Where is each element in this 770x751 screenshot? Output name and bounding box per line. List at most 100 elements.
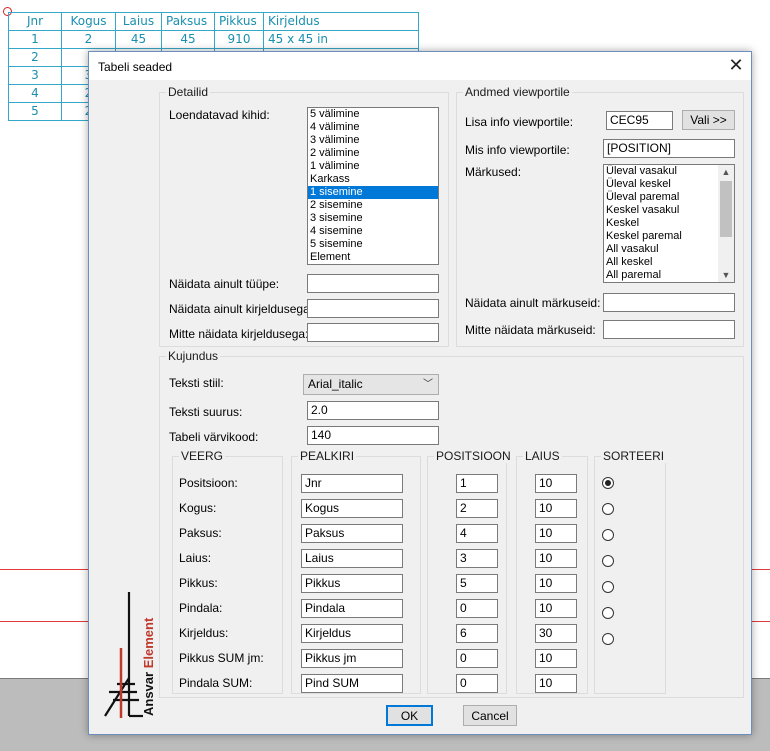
column-title-input[interactable]: Pindala [301,599,403,618]
sort-radio[interactable] [602,581,614,593]
color-code-input[interactable]: 140 [307,426,439,445]
layer-list-item[interactable]: 2 välimine [308,147,438,160]
column-width-input[interactable]: 10 [535,674,577,693]
close-icon[interactable]: ✕ [725,54,747,76]
add-info-input[interactable]: CEC95 [606,111,673,130]
column-label: Paksus: [179,526,222,540]
table-header-cell: Kogus [61,12,116,31]
column-title-input[interactable]: Laius [301,549,403,568]
only-desc-input[interactable] [307,299,439,318]
marks-listbox[interactable]: Üleval vasakul Üleval keskel Üleval parema… [603,164,735,283]
mark-list-item[interactable]: All vasakul [604,243,734,256]
which-info-label: Mis info viewportile: [465,143,570,157]
pealkiri-header: PEALKIRI [298,449,357,463]
sort-radio[interactable] [602,529,614,541]
sort-radio[interactable] [602,477,614,489]
layer-list-item[interactable]: Element [308,251,438,264]
layer-list-item[interactable]: 4 sisemine [308,225,438,238]
not-marks-input[interactable] [603,320,735,339]
column-width-input[interactable]: 10 [535,574,577,593]
ok-button[interactable]: OK [386,705,433,726]
column-title-input[interactable]: Jnr [301,474,403,493]
text-style-combo[interactable]: Arial_italic ﹀ [303,374,439,395]
column-title-input[interactable]: Pikkus jm [301,649,403,668]
column-width-input[interactable]: 10 [535,649,577,668]
column-width-input[interactable]: 10 [535,474,577,493]
column-width-input[interactable]: 30 [535,624,577,643]
marks-label: Märkused: [465,165,522,179]
text-style-value: Arial_italic [308,377,363,391]
column-position-input[interactable]: 0 [456,599,498,618]
layer-list-item[interactable]: 5 sisemine [308,238,438,251]
column-position-input[interactable]: 6 [456,624,498,643]
viewport-legend: Andmed viewportile [463,85,572,99]
layer-list-item[interactable]: 3 välimine [308,134,438,147]
table-header-cell: Jnr [8,12,62,31]
table-cell: 2 [61,30,116,49]
only-marks-label: Näidata ainult märkuseid: [465,296,601,310]
column-label: Pindala: [179,601,223,615]
layer-list-item[interactable]: 2 sisemine [308,199,438,212]
scroll-up-icon[interactable]: ▲ [718,165,734,179]
column-position-input[interactable]: 2 [456,499,498,518]
only-type-input[interactable] [307,274,439,293]
layer-list-item[interactable]: 5 välimine [308,108,438,121]
column-width-input[interactable]: 10 [535,599,577,618]
column-label: Laius: [179,551,212,565]
dialog-titlebar[interactable]: Tabeli seaded ✕ [89,52,751,80]
mark-list-item[interactable]: Üleval paremal [604,191,734,204]
column-names-group: VEERG Positsioon: Kogus: Paksus: Laius: Pikk… [172,449,283,694]
sort-radio[interactable] [602,555,614,567]
marks-scrollbar[interactable]: ▲ ▼ [718,165,734,282]
layer-list-item[interactable]: Karkass [308,173,438,186]
text-size-input[interactable]: 2.0 [307,401,439,420]
table-cell: 45 x 45 in [263,30,419,49]
mark-list-item[interactable]: Keskel paremal [604,230,734,243]
layer-list-item[interactable]: 3 sisemine [308,212,438,225]
sort-radio[interactable] [602,503,614,515]
sort-radio[interactable] [602,607,614,619]
column-title-input[interactable]: Pikkus [301,574,403,593]
column-label: Positsioon: [179,476,238,490]
only-marks-input[interactable] [603,293,735,312]
column-position-input[interactable]: 0 [456,649,498,668]
sort-radio[interactable] [602,633,614,645]
column-title-input[interactable]: Pind SUM [301,674,403,693]
column-position-input[interactable]: 0 [456,674,498,693]
cancel-button[interactable]: Cancel [463,705,517,726]
titles-group: PEALKIRI Jnr Kogus Paksus Laius Pikkus Pindal… [291,449,421,694]
column-position-input[interactable]: 3 [456,549,498,568]
table-cell: 5 [8,102,62,121]
column-width-input[interactable]: 10 [535,549,577,568]
mark-list-item[interactable]: All keskel [604,256,734,269]
column-title-input[interactable]: Paksus [301,524,403,543]
mark-list-item[interactable]: Keskel vasakul [604,204,734,217]
mark-list-item[interactable]: Üleval vasakul [604,165,734,178]
layer-list-item[interactable]: 1 sisemine [308,186,438,199]
scroll-down-icon[interactable]: ▼ [718,268,734,282]
mark-list-item[interactable]: Keskel [604,217,734,230]
veerg-header: VEERG [179,449,226,463]
layers-listbox[interactable]: 5 välimine 4 välimine 3 välimine 2 välimine… [307,107,439,265]
column-title-input[interactable]: Kirjeldus [301,624,403,643]
column-title-input[interactable]: Kogus [301,499,403,518]
column-width-input[interactable]: 10 [535,524,577,543]
scroll-thumb[interactable] [720,181,732,237]
positsioon-header: POSITSIOON [434,449,513,463]
mark-list-item[interactable]: Üleval keskel [604,178,734,191]
layout-group: Kujundus Teksti stiil: Arial_italic ﹀ Te… [159,349,744,698]
column-position-input[interactable]: 5 [456,574,498,593]
add-info-label: Lisa info viewportile: [465,115,574,129]
layout-legend: Kujundus [166,349,221,363]
table-cell: 45 [161,30,215,49]
layer-list-item[interactable]: 1 välimine [308,160,438,173]
select-button[interactable]: Vali >> [682,110,735,130]
column-width-input[interactable]: 10 [535,499,577,518]
table-header-cell: Paksus [161,12,215,31]
not-desc-input[interactable] [307,323,439,342]
column-position-input[interactable]: 1 [456,474,498,493]
mark-list-item[interactable]: All paremal [604,269,734,282]
layer-list-item[interactable]: 4 välimine [308,121,438,134]
which-info-input[interactable]: [POSITION] [603,139,735,158]
column-position-input[interactable]: 4 [456,524,498,543]
